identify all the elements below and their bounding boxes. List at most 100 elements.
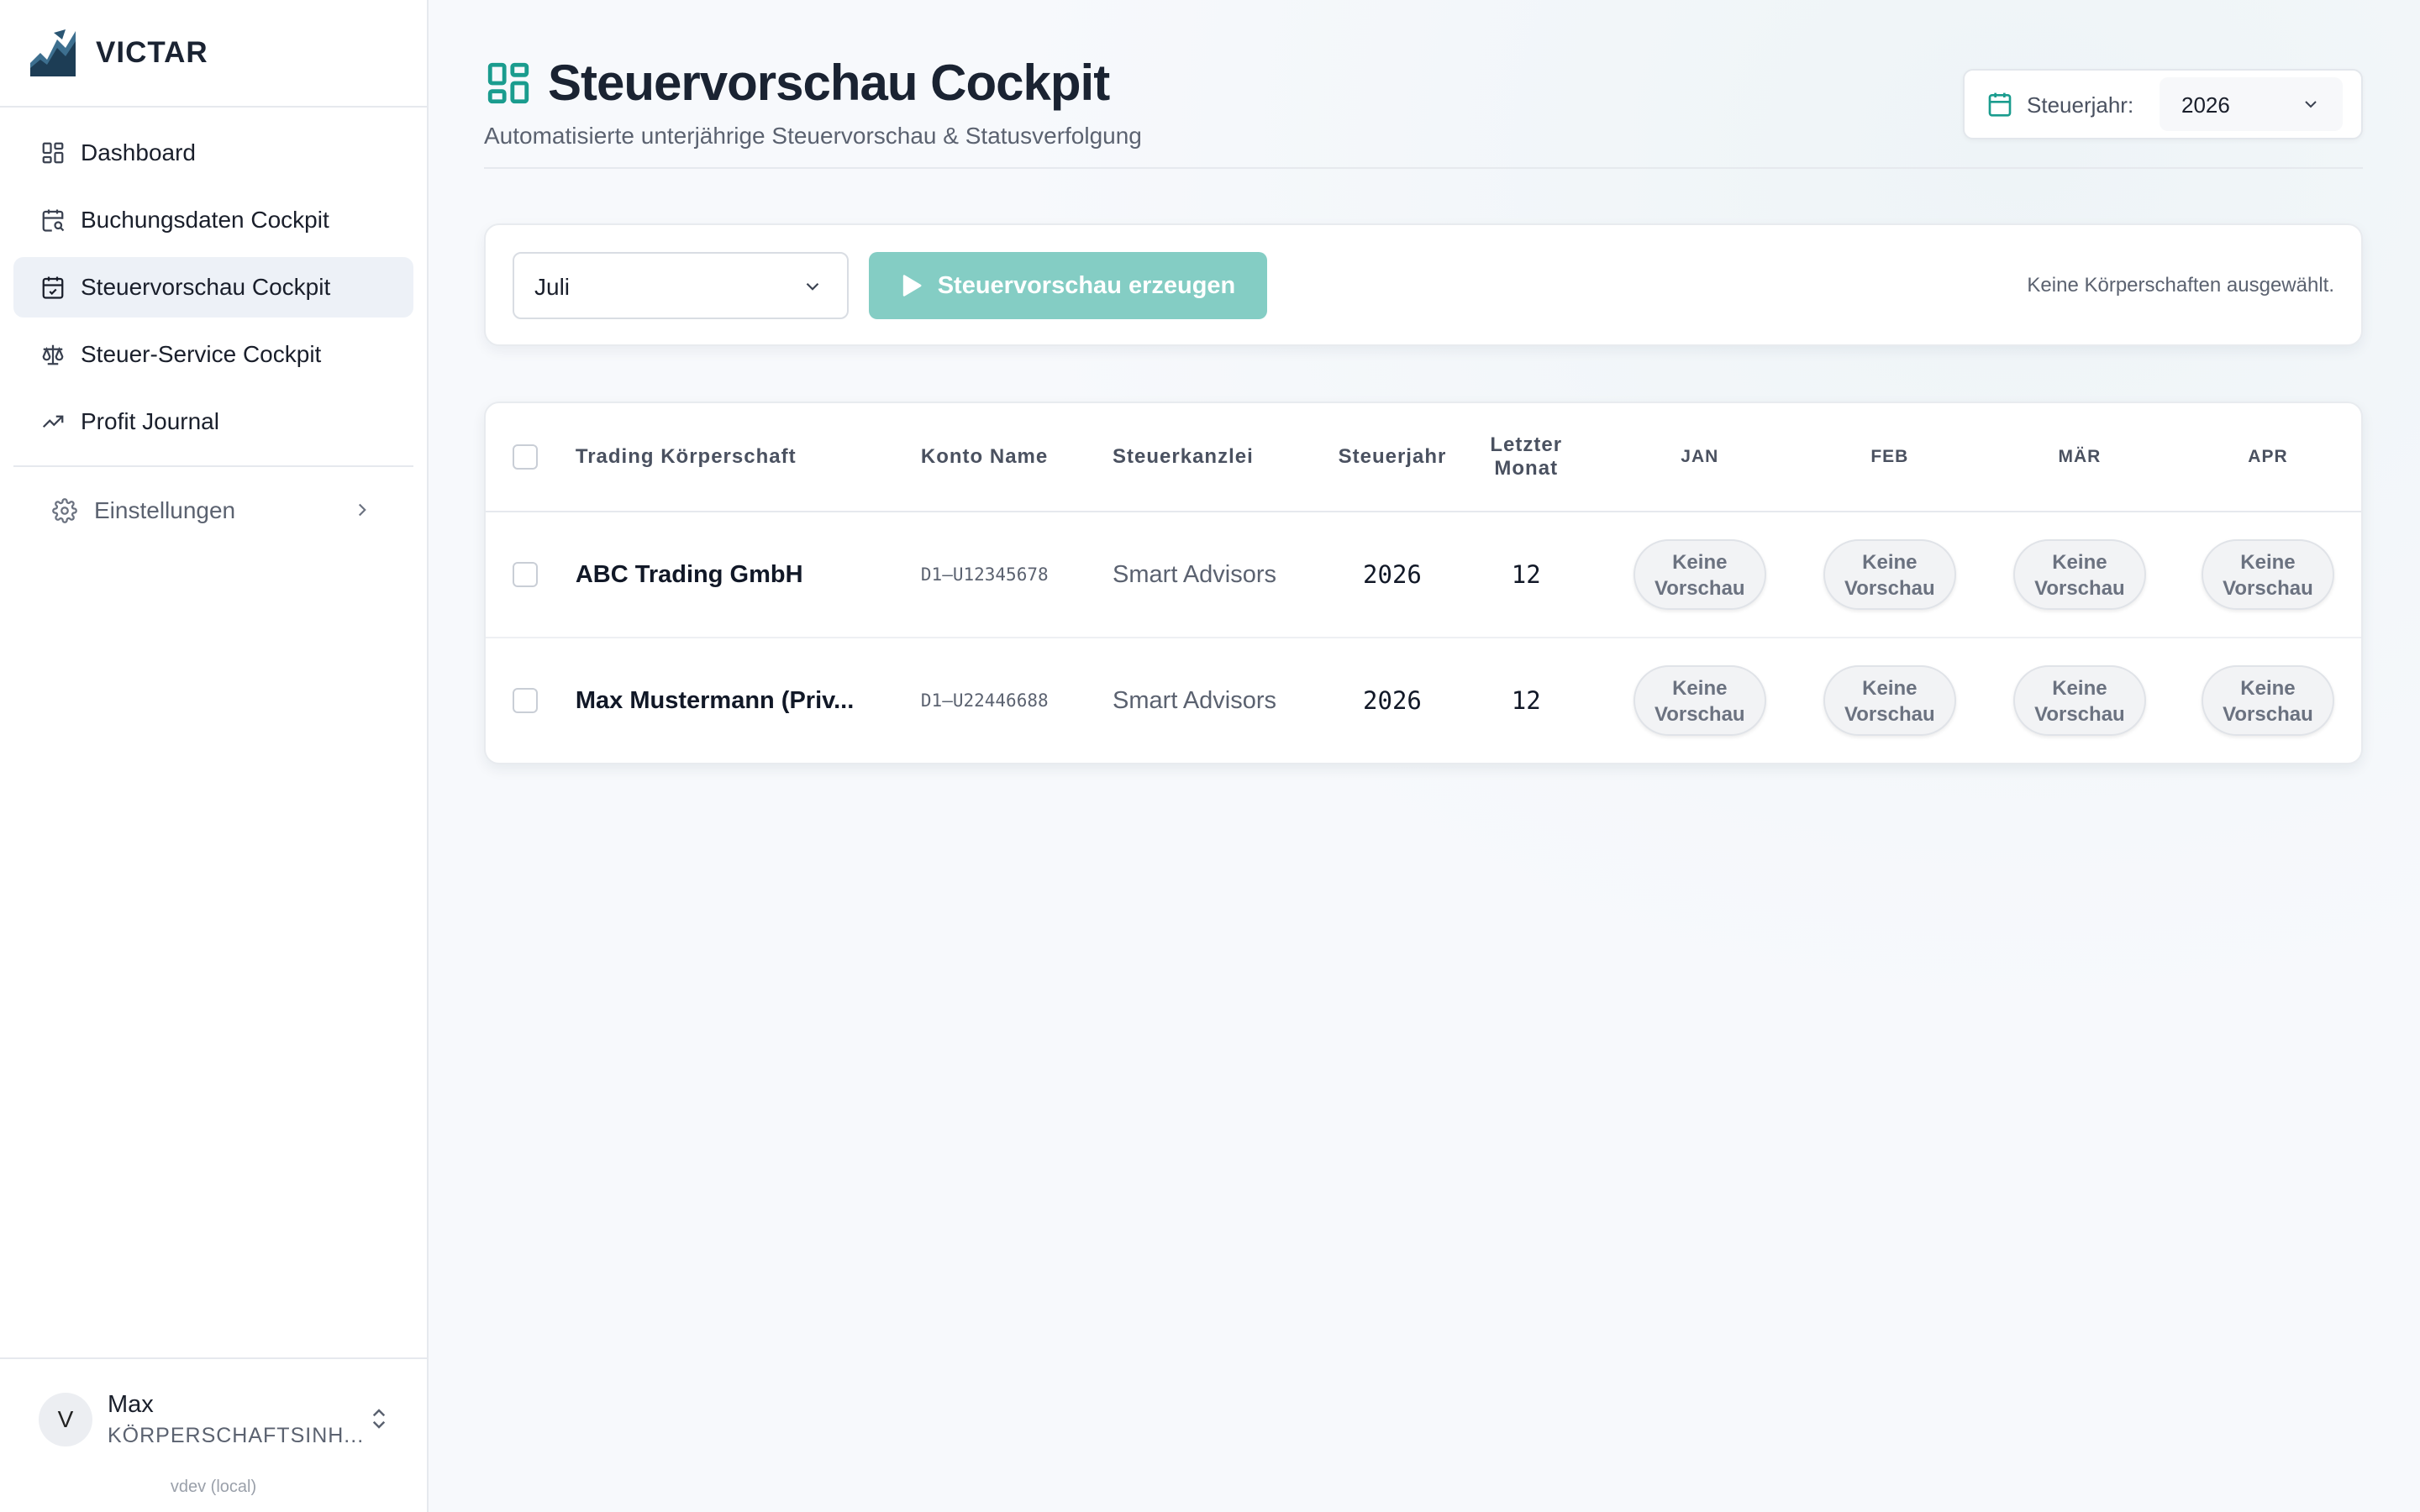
user-role: KÖRPERSCHAFTSINH... (108, 1424, 365, 1447)
entity-name[interactable]: ABC Trading GmbH (575, 512, 921, 638)
user-menu: V Max KÖRPERSCHAFTSINH... vdev (local) (0, 1357, 427, 1512)
column-header-feb: FEB (1794, 403, 1985, 512)
account-name: D1–U12345678 (920, 512, 1113, 638)
sidebar-item-label: Profit Journal (81, 408, 219, 434)
sidebar-item-label: Buchungsdaten Cockpit (81, 207, 329, 233)
badge-line1: Keine (1672, 677, 1728, 700)
dashboard-icon (39, 139, 67, 167)
status-badge-jan[interactable]: Keine Vorschau (1633, 539, 1766, 610)
sidebar-item-label: Dashboard (81, 139, 196, 165)
avatar: V (39, 1393, 92, 1446)
row-checkbox[interactable] (513, 562, 538, 587)
chevrons-up-down-icon (372, 1409, 386, 1429)
trending-up-icon (39, 407, 67, 436)
play-icon (902, 275, 922, 297)
generate-preview-label: Steuervorschau erzeugen (937, 271, 1236, 299)
table-header-row: Trading Körperschaft Konto Name Steuerka… (486, 403, 2361, 512)
sidebar-item-label: Steuer-Service Cockpit (81, 341, 322, 367)
row-checkbox[interactable] (513, 688, 538, 713)
entities-table: Trading Körperschaft Konto Name Steuerka… (486, 403, 2361, 763)
column-header-jan: JAN (1604, 403, 1795, 512)
status-badge-feb[interactable]: Keine Vorschau (1823, 665, 1956, 736)
badge-line2: Vorschau (2223, 703, 2313, 726)
last-month: 12 (1447, 512, 1605, 638)
preview-toolbar: Juli Steuervorschau erzeugen Keine Körpe… (484, 223, 2363, 346)
badge-line2: Vorschau (1844, 577, 1935, 600)
badge-line1: Keine (1672, 551, 1728, 574)
sidebar-item-steuer-service[interactable]: Steuer-Service Cockpit (13, 324, 413, 385)
column-header-last-month-line1: Letzter (1490, 433, 1563, 456)
sidebar-item-buchungsdaten[interactable]: Buchungsdaten Cockpit (13, 190, 413, 250)
status-badge-feb[interactable]: Keine Vorschau (1823, 539, 1956, 610)
dashboard-icon (487, 62, 529, 103)
page-title: Steuervorschau Cockpit (548, 55, 1110, 111)
sidebar-item-dashboard[interactable]: Dashboard (13, 123, 413, 183)
sidebar-item-profit-journal[interactable]: Profit Journal (13, 391, 413, 452)
table-row[interactable]: ABC Trading GmbH D1–U12345678 Smart Advi… (486, 512, 2361, 638)
select-all-checkbox[interactable] (513, 444, 538, 470)
badge-line1: Keine (1862, 551, 1918, 574)
tax-year: 2026 (1337, 512, 1448, 638)
status-badge-jan[interactable]: Keine Vorschau (1633, 665, 1766, 736)
brand-name: VICTAR (96, 36, 208, 69)
column-header-last-month-line2: Monat (1494, 457, 1559, 480)
badge-line1: Keine (2052, 551, 2107, 574)
generate-preview-button[interactable]: Steuervorschau erzeugen (869, 252, 1267, 319)
status-badge-mar[interactable]: Keine Vorschau (2012, 539, 2146, 610)
badge-line1: Keine (2052, 677, 2107, 700)
badge-line2: Vorschau (2223, 577, 2313, 600)
victar-logo-icon (30, 29, 76, 76)
calendar-check-icon (39, 273, 67, 302)
column-header-firm[interactable]: Steuerkanzlei (1113, 403, 1338, 512)
tax-firm: Smart Advisors (1113, 686, 1277, 714)
tax-firm: Smart Advisors (1113, 512, 1338, 638)
scale-icon (39, 340, 67, 369)
calendar-search-icon (39, 206, 67, 234)
status-badge-apr[interactable]: Keine Vorschau (2201, 665, 2334, 736)
app-version: vdev (local) (170, 1478, 257, 1496)
column-header-last-month[interactable]: Letzter Monat (1447, 403, 1605, 512)
account-name: D1–U22446688 (920, 690, 1049, 711)
chevron-down-icon (806, 282, 819, 291)
entity-name[interactable]: Max Mustermann (Priv... (576, 638, 921, 763)
month-dropdown[interactable]: Juli (513, 252, 849, 319)
badge-line2: Vorschau (2034, 703, 2125, 726)
tax-year-value: 2026 (2181, 92, 2230, 118)
status-badge-mar[interactable]: Keine Vorschau (2012, 665, 2146, 736)
header-divider (484, 167, 2363, 169)
sidebar-item-steuervorschau[interactable]: Steuervorschau Cockpit (13, 257, 413, 318)
sidebar-item-settings[interactable]: Einstellungen (13, 480, 413, 541)
table-row[interactable]: Max Mustermann (Priv... D1–U22446688 Sma… (486, 638, 2361, 763)
badge-line1: Keine (2240, 677, 2296, 700)
column-header-apr: APR (2174, 403, 2361, 512)
page-header: Steuervorschau Cockpit (484, 54, 1110, 112)
tax-year-label: Steuerjahr: (2027, 92, 2134, 118)
sidebar: VICTAR Dashboard Buchungsdaten Cockpit S… (0, 0, 429, 1512)
calendar-icon (1988, 92, 2012, 117)
settings-label: Einstellungen (94, 497, 236, 523)
tax-year-selector: Steuerjahr: 2026 (1963, 69, 2363, 139)
status-badge-apr[interactable]: Keine Vorschau (2201, 539, 2334, 610)
page-subtitle: Automatisierte unterjährige Steuervorsch… (484, 123, 1142, 149)
column-header-year[interactable]: Steuerjahr (1337, 403, 1448, 512)
badge-line2: Vorschau (2034, 577, 2125, 600)
user-menu-button[interactable]: V Max KÖRPERSCHAFTSINH... (39, 1391, 392, 1448)
column-header-mar: MÄR (1984, 403, 2175, 512)
sidebar-item-label: Steuervorschau Cockpit (81, 274, 331, 300)
tax-year: 2026 (1363, 686, 1422, 715)
badge-line2: Vorschau (1654, 703, 1745, 726)
selection-status: Keine Körperschaften ausgewählt. (2027, 274, 2334, 297)
sidebar-nav: Dashboard Buchungsdaten Cockpit Steuervo… (0, 108, 427, 452)
main-content: Steuervorschau Cockpit Automatisierte un… (429, 0, 2420, 1512)
column-header-entity[interactable]: Trading Körperschaft (575, 403, 921, 512)
sidebar-divider (13, 465, 413, 467)
chevron-right-icon (358, 503, 366, 517)
badge-line2: Vorschau (1844, 703, 1935, 726)
tax-year-dropdown[interactable]: 2026 (2160, 77, 2343, 131)
badge-line1: Keine (1862, 677, 1918, 700)
user-name: Max (108, 1391, 154, 1418)
brand[interactable]: VICTAR (0, 0, 427, 108)
column-header-account[interactable]: Konto Name (920, 403, 1113, 512)
month-value: Juli (534, 274, 571, 300)
chevron-down-icon (2305, 101, 2317, 108)
